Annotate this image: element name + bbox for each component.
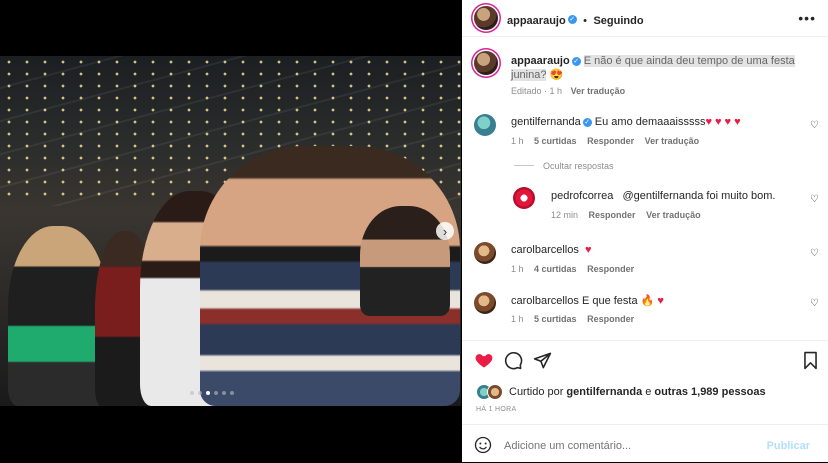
post-side-panel: appaaraujo ✓ • Seguindo ••• appaaraujo ✓ E… bbox=[462, 0, 828, 462]
caption-text-line2: junina? bbox=[511, 69, 547, 81]
reply-button[interactable]: Responder bbox=[587, 136, 634, 146]
photo-pane: › bbox=[0, 0, 461, 462]
caption-meta: Editado · 1 h Ver tradução bbox=[511, 86, 625, 96]
carousel-dot-active bbox=[206, 391, 210, 395]
comment-icon[interactable] bbox=[504, 351, 523, 375]
carousel-next-button[interactable]: › bbox=[436, 222, 454, 240]
commenter-avatar[interactable] bbox=[474, 292, 496, 314]
fire-emoji: 🔥 bbox=[640, 295, 655, 307]
caption-time: Editado · 1 h bbox=[511, 86, 563, 96]
liked-by-user[interactable]: gentilfernanda bbox=[566, 386, 642, 398]
liker-avatar bbox=[487, 384, 503, 400]
reply-text: foi muito bom. bbox=[706, 190, 776, 202]
background-woman-green bbox=[8, 226, 108, 406]
liked-by: Curtido por gentilfernanda e outras 1,98… bbox=[476, 384, 766, 400]
post-header: appaaraujo ✓ • Seguindo ••• bbox=[462, 0, 828, 37]
like-heart-icon[interactable] bbox=[474, 350, 494, 375]
reply-button[interactable]: Responder bbox=[587, 264, 634, 274]
verified-badge-icon: ✓ bbox=[582, 117, 592, 127]
carousel-dot bbox=[230, 391, 234, 395]
like-comment-heart-icon[interactable]: ♡ bbox=[810, 120, 819, 131]
emoji-icon[interactable] bbox=[474, 436, 492, 459]
bookmark-icon[interactable] bbox=[802, 351, 819, 375]
post-timestamp: HÁ 1 HORA bbox=[476, 406, 517, 413]
heart-eyes-emoji: 😍 bbox=[549, 69, 564, 81]
more-options-icon[interactable]: ••• bbox=[798, 10, 816, 26]
comment-composer: Publicar bbox=[462, 424, 828, 463]
liked-by-middle: e bbox=[645, 386, 652, 398]
comment-heart-emojis: ♥ bbox=[657, 295, 664, 307]
comment: gentilfernanda ✓ Eu amo demaaaisssss♥♥♥♥ bbox=[511, 116, 744, 128]
liked-by-prefix: Curtido por bbox=[509, 386, 564, 398]
comment-username[interactable]: gentilfernanda bbox=[511, 116, 581, 128]
reply-button[interactable]: Responder bbox=[589, 210, 636, 220]
commenter-avatar[interactable] bbox=[474, 242, 496, 264]
reply-time: 12 min bbox=[551, 210, 579, 220]
share-icon[interactable] bbox=[533, 351, 552, 375]
author-username[interactable]: appaaraujo bbox=[507, 15, 566, 27]
comment-heart-emojis: ♥ bbox=[584, 244, 592, 256]
reply-meta: 12 min Responder Ver tradução bbox=[551, 210, 701, 220]
verified-badge-icon: ✓ bbox=[567, 15, 577, 25]
actions-divider bbox=[462, 340, 828, 342]
verified-badge-icon: ✓ bbox=[571, 56, 581, 66]
comment-likes[interactable]: 5 curtidas bbox=[534, 136, 577, 146]
carousel-dot bbox=[198, 391, 202, 395]
comment-text: E que festa bbox=[581, 295, 638, 307]
carousel-dots bbox=[190, 391, 234, 395]
reply-avatar[interactable] bbox=[513, 187, 535, 209]
post-photo[interactable] bbox=[0, 56, 461, 406]
carousel-dot bbox=[190, 391, 194, 395]
comment: carolbarcellos E que festa 🔥 ♥ bbox=[511, 294, 664, 307]
caption-translate-link[interactable]: Ver tradução bbox=[571, 86, 626, 96]
caption: appaaraujo ✓ E não é que ainda deu tempo … bbox=[511, 54, 811, 82]
caption-text: E não é que ainda deu tempo de uma festa bbox=[583, 55, 795, 67]
publish-button[interactable]: Publicar bbox=[767, 440, 810, 452]
reply-button[interactable]: Responder bbox=[587, 314, 634, 324]
like-comment-heart-icon[interactable]: ♡ bbox=[810, 248, 819, 259]
chevron-right-icon: › bbox=[442, 223, 448, 239]
comment: carolbarcellos ♥ bbox=[511, 244, 591, 256]
caption-author-avatar[interactable] bbox=[474, 51, 498, 75]
comment-input[interactable] bbox=[502, 435, 756, 457]
dot-separator: • bbox=[583, 15, 587, 27]
author-avatar[interactable] bbox=[474, 6, 498, 30]
like-comment-heart-icon[interactable]: ♡ bbox=[810, 298, 819, 309]
comment-time: 1 h bbox=[511, 264, 524, 274]
follow-status-button[interactable]: Seguindo bbox=[593, 15, 643, 27]
like-reply-heart-icon[interactable]: ♡ bbox=[810, 194, 819, 205]
caption-username[interactable]: appaaraujo bbox=[511, 55, 570, 67]
translate-link[interactable]: Ver tradução bbox=[645, 136, 700, 146]
comment-time: 1 h bbox=[511, 314, 524, 324]
carousel-dot bbox=[222, 391, 226, 395]
comment-meta: 1 h 5 curtidas Responder Ver tradução bbox=[511, 136, 699, 146]
comment-username[interactable]: carolbarcellos bbox=[511, 244, 579, 256]
comment-meta: 1 h 4 curtidas Responder bbox=[511, 264, 634, 274]
replies-divider bbox=[514, 165, 534, 166]
comment-likes[interactable]: 5 curtidas bbox=[534, 314, 577, 324]
carousel-dot bbox=[214, 391, 218, 395]
comment-text: Eu amo demaaaisssss bbox=[594, 116, 706, 128]
reply-mention[interactable]: @gentilfernanda bbox=[622, 190, 703, 202]
liked-by-others[interactable]: outras 1,989 pessoas bbox=[654, 386, 765, 398]
commenter-avatar[interactable] bbox=[474, 114, 496, 136]
comment-username[interactable]: carolbarcellos bbox=[511, 295, 579, 307]
comment-meta: 1 h 5 curtidas Responder bbox=[511, 314, 634, 324]
comment-time: 1 h bbox=[511, 136, 524, 146]
comment-likes[interactable]: 4 curtidas bbox=[534, 264, 577, 274]
comment-heart-emojis: ♥♥♥♥ bbox=[705, 116, 744, 128]
hide-replies-button[interactable]: Ocultar respostas bbox=[543, 161, 614, 171]
reply-username[interactable]: pedrofcorrea bbox=[551, 190, 613, 202]
background-woman-right bbox=[360, 206, 450, 316]
translate-link[interactable]: Ver tradução bbox=[646, 210, 701, 220]
reply-comment: pedrofcorrea @gentilfernanda foi muito b… bbox=[551, 190, 775, 202]
